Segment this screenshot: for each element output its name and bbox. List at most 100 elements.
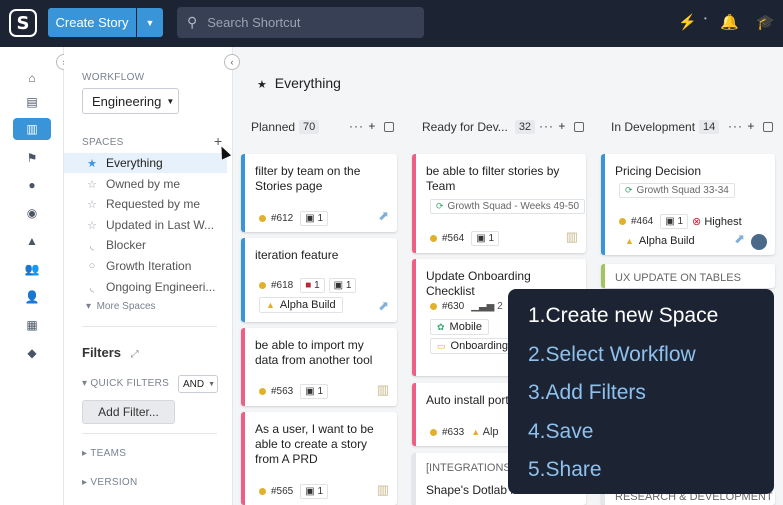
select-all-checkbox[interactable] [573,121,584,132]
avatar[interactable] [751,234,767,250]
state-dot-icon [430,428,437,436]
step-4: 4.Save [528,419,594,443]
more-icon[interactable]: ··· [349,119,364,133]
search-box[interactable]: ⚲ [177,7,424,38]
search-icon: ⚲ [187,14,198,30]
story-card[interactable]: UX UPDATE ON TABLES [601,264,775,288]
flag-icon[interactable]: ⚑ [21,147,43,169]
circle-icon: ○ [88,260,96,272]
story-title: UX UPDATE ON TABLES [615,272,741,284]
blocker-count: 1 [314,280,320,291]
stories-icon[interactable]: ▥ [13,118,51,140]
story-title: iteration feature [255,248,339,262]
create-story-button[interactable]: Create Story [48,8,136,37]
column-header-planned: Planned 70 [251,120,320,134]
feature-type-icon: ⬈ [378,208,389,223]
story-card[interactable]: filter by team on the Stories page #612 … [241,154,397,232]
add-icon[interactable]: + [558,119,566,133]
lightning-icon[interactable]: ⚡ [678,13,697,31]
task-count: 1 [317,386,324,397]
task-count-chip: ▣ 1 [471,231,500,246]
task-icon: ▣ [305,486,315,497]
expand-arrows-icon[interactable]: ⤢ [131,349,139,360]
shortcut-logo[interactable]: S [9,9,37,37]
reports-icon[interactable]: ▦ [21,314,43,336]
bars-icon: ▁▃▅ [471,301,495,312]
bell-icon[interactable]: 🔔 [720,13,739,31]
label-chip[interactable]: ▲ Alpha Build [259,297,343,313]
story-id: #618 [271,280,294,291]
home-icon[interactable]: ⌂ [21,67,43,89]
chore-type-icon: ▥ [565,229,578,244]
feature-type-icon: ⬈ [378,298,389,313]
space-item-everything[interactable]: ★ Everything [64,153,227,173]
story-id: #564 [442,233,465,244]
iteration-icon[interactable]: ◉ [21,202,43,224]
docs-icon[interactable]: ▤ [21,91,43,113]
story-card[interactable]: As a user, I want to be able to create a… [241,412,397,505]
story-meta: #618 ■ 1 ▣ 1 [259,278,360,293]
select-all-checkbox[interactable] [762,121,773,132]
story-meta: #464 ▣ 1 ⊗ Highest [619,214,742,229]
version-label: VERSION [90,477,138,488]
version-section[interactable]: ▸ VERSION [82,477,138,488]
space-item-owned-by-me[interactable]: ☆ Owned by me [64,174,227,194]
graduation-cap-icon[interactable]: 🎓 [756,13,775,31]
collapse-sidebar-icon[interactable]: ‹ [224,54,240,70]
top-bar: S Create Story ▼ ⚲ ⚡ • 🔔 🎓 [0,0,783,47]
more-icon[interactable]: ··· [539,119,554,133]
add-filter-button[interactable]: Add Filter... [82,400,175,424]
space-item-growth-iteration[interactable]: ○ Growth Iteration [64,256,227,276]
mountain-icon: ▲ [625,236,634,246]
state-dot-icon [430,303,437,310]
space-item-ongoing-engineering[interactable]: ◟ Ongoing Engineeri... [64,277,227,297]
road-icon[interactable]: ▲ [21,230,43,252]
state-dot-icon [259,488,266,495]
label-chip[interactable]: ▭ Onboarding [430,338,516,354]
blocker-icon: ■ [305,280,312,291]
user-icon[interactable]: 👤 [21,286,43,308]
create-story-caret-icon[interactable]: ▼ [137,8,163,37]
space-item-blocker[interactable]: ◟ Blocker [64,235,227,255]
story-meta: #633 ▲ Alp [430,426,499,438]
space-item-updated-last-week[interactable]: ☆ Updated in Last W... [64,215,227,235]
teams-icon[interactable]: 👥 [21,258,43,280]
space-label: Ongoing Engineeri... [106,280,216,294]
label-chip[interactable]: ✿ Mobile [430,319,489,335]
story-card[interactable]: Pricing Decision ⟳ Growth Squad 33-34 #46… [601,154,775,255]
more-spaces-toggle[interactable]: ▾ More Spaces [86,301,156,312]
story-meta: #612 ▣ 1 [259,211,332,226]
label-chip[interactable]: ▲ Alpha Build [619,234,701,248]
chore-type-icon: ▥ [376,382,389,397]
mountain-icon: ▲ [471,427,481,437]
teams-section[interactable]: ▸ TEAMS [82,448,126,459]
iteration-tag[interactable]: ⟳ Growth Squad - Weeks 49-50 [430,199,586,214]
tag-icon[interactable]: ◆ [21,342,43,364]
task-count: 1 [488,233,495,244]
task-count-chip: ▣ 1 [300,211,329,226]
add-icon[interactable]: + [368,119,376,133]
quick-filters-label[interactable]: ▾ QUICK FILTERS [82,378,169,389]
story-card[interactable]: iteration feature #618 ■ 1 ▣ 1 ▲ Alpha Bu… [241,238,397,322]
space-item-requested-by-me[interactable]: ☆ Requested by me [64,194,227,214]
map-pin-icon[interactable]: ● [21,174,43,196]
and-select[interactable]: AND ▼ [178,375,218,393]
story-card[interactable]: be able to import my data from another t… [241,328,397,406]
workflow-select[interactable]: Engineering ▼ [82,88,179,114]
chevron-down-icon: ▼ [208,380,216,388]
add-icon[interactable]: + [747,119,755,133]
priority: ⊗ Highest [692,215,742,228]
chevron-down-icon: ▾ [86,301,92,312]
iteration-icon: ⟳ [436,201,444,211]
iteration-tag[interactable]: ⟳ Growth Squad 33-34 [619,183,735,198]
column-name: In Development [611,120,696,134]
column-count: 32 [514,120,536,134]
select-all-checkbox[interactable] [383,121,394,132]
mountain-icon: ▲ [266,300,275,310]
search-input[interactable] [207,15,408,30]
more-icon[interactable]: ··· [728,119,743,133]
space-label: Owned by me [106,177,181,191]
workflow-label: WORKFLOW [82,72,145,83]
story-card[interactable]: be able to filter stories by Team ⟳ Growt… [412,154,586,253]
story-meta: #564 ▣ 1 [430,231,503,246]
